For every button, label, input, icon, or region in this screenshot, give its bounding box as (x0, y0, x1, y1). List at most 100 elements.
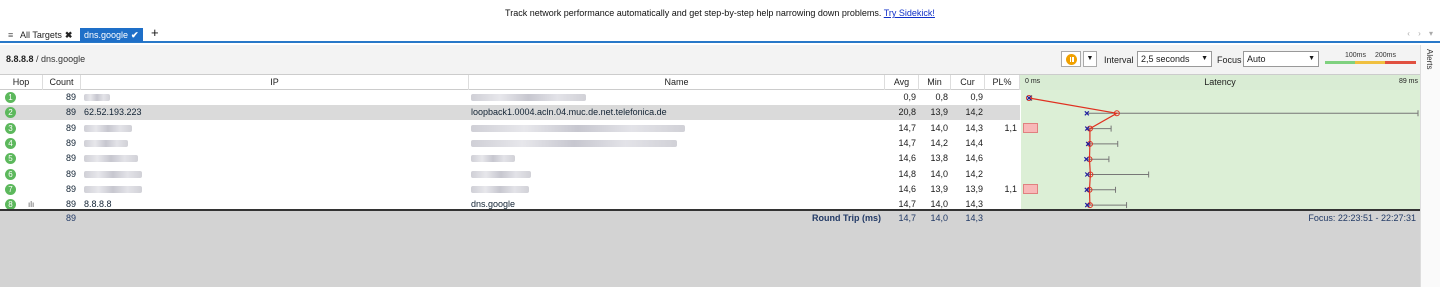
cell-avg: 14,7 (898, 137, 916, 148)
toolbar: 8.8.8.8 / dns.google ▼ Interval 2,5 seco… (0, 45, 1420, 74)
cell-pl (987, 151, 1017, 166)
hop-number: 4 (5, 137, 16, 149)
interval-value: 2,5 seconds (1141, 54, 1190, 64)
cell-name (471, 90, 881, 105)
table-row[interactable]: 2 89 62.52.193.223 loopback1.0004.acln.04.m… (0, 105, 1020, 121)
cell-avg: 14,7 (898, 122, 916, 133)
cell-ip (84, 151, 464, 166)
scale-green (1325, 61, 1355, 64)
hop-number: 3 (5, 122, 16, 134)
cell-avg: 14,8 (898, 168, 916, 179)
footer-label: Round Trip (ms) (812, 213, 881, 223)
cell-ip (84, 167, 464, 182)
cell-ip: 62.52.193.223 (84, 107, 142, 118)
cell-min: 14,0 (930, 168, 948, 179)
cell-name: loopback1.0004.acln.04.muc.de.net.telefo… (471, 107, 667, 118)
banner-text: Track network performance automatically … (505, 8, 882, 18)
scale-yellow (1355, 61, 1385, 64)
cell-count: 89 (65, 153, 76, 164)
packet-loss-indicator (1023, 183, 1038, 194)
cell-min: 14,0 (930, 122, 948, 133)
cell-avg: 14,6 (898, 153, 916, 164)
cell-avg: 20,8 (898, 107, 916, 118)
table-row[interactable]: 6 89 14,8 14,0 14,2 (0, 167, 1020, 182)
table-row[interactable]: 4 89 14,7 14,2 14,4 (0, 136, 1020, 151)
hop-number: 7 (5, 183, 16, 195)
col-min[interactable]: Min (919, 75, 951, 90)
packet-loss-indicator (1023, 122, 1038, 133)
cell-ip (84, 90, 464, 105)
cell-cur: 14,2 (965, 168, 983, 179)
col-cur[interactable]: Cur (951, 75, 985, 90)
hop-number: 5 (5, 153, 16, 165)
pause-icon (1066, 54, 1077, 65)
tab-dns-google[interactable]: dns.google ✔ (80, 28, 143, 42)
scale-200-label: 200ms (1375, 52, 1397, 59)
col-avg[interactable]: Avg (885, 75, 919, 90)
cell-pl (987, 105, 1017, 120)
tab-scroll-arrows[interactable]: ‹ › ▾ (1407, 29, 1436, 38)
close-icon[interactable]: ✖ (65, 30, 73, 40)
table-row[interactable]: 7 89 14,6 13,9 13,9 1,1 (0, 182, 1020, 197)
footer-focus-range: Focus: 22:23:51 - 22:27:31 (1308, 213, 1416, 223)
cell-name (471, 167, 881, 182)
footer-cur: 14,3 (965, 213, 983, 223)
table-row[interactable]: 3 89 14,7 14,0 14,3 1,1 (0, 121, 1020, 136)
focus-label: Focus (1217, 55, 1242, 65)
breadcrumb-target: 8.8.8.8 (6, 54, 34, 64)
cell-pl (987, 167, 1017, 182)
cell-min: 13,8 (930, 153, 948, 164)
cell-avg: 14,6 (898, 183, 916, 194)
try-sidekick-link[interactable]: Try Sidekick! (884, 8, 935, 18)
hop-number: 6 (5, 168, 16, 180)
cell-min: 13,9 (930, 183, 948, 194)
interval-label: Interval (1104, 55, 1134, 65)
scale-100-label: 100ms (1345, 52, 1367, 59)
cell-cur: 0,9 (970, 92, 983, 102)
chevron-down-icon: ▼ (1201, 55, 1208, 62)
cell-pl: 1,1 (1004, 122, 1017, 133)
chevron-down-icon: ▼ (1308, 55, 1315, 62)
cell-ip (84, 136, 464, 151)
cell-cur: 14,2 (965, 107, 983, 118)
alerts-panel-tab[interactable]: Alerts (1420, 45, 1440, 287)
col-pl[interactable]: PL% (985, 75, 1020, 90)
cell-name (471, 136, 881, 151)
pause-button[interactable] (1061, 51, 1081, 67)
latency-chart-background (1021, 90, 1420, 210)
tab-all-targets[interactable]: ≡ All Targets ✖ (4, 28, 76, 42)
cell-cur: 13,9 (965, 183, 983, 194)
interval-select[interactable]: 2,5 seconds ▼ (1137, 51, 1212, 67)
breadcrumb-separator: / (33, 54, 42, 64)
table-footer: 89 Round Trip (ms) 14,7 14,0 14,3 Focus:… (0, 209, 1420, 287)
cell-count: 89 (65, 107, 76, 118)
cell-pl (987, 90, 1017, 105)
add-tab-button[interactable]: + (147, 26, 163, 40)
cell-min: 0,8 (935, 92, 948, 102)
table-row[interactable]: 5 89 14,6 13,8 14,6 (0, 151, 1020, 166)
table-header: Hop Count IP Name Avg Min Cur PL% 0 ms L… (0, 74, 1420, 90)
col-ip[interactable]: IP (81, 75, 469, 90)
cell-count: 89 (65, 168, 76, 179)
scale-red (1385, 61, 1416, 64)
cell-name (471, 182, 881, 197)
cell-count: 89 (65, 92, 76, 102)
cell-min: 14,2 (930, 137, 948, 148)
table-row[interactable]: 1 89 0,9 0,8 0,9 (0, 90, 1020, 105)
col-hop[interactable]: Hop (0, 75, 43, 90)
col-latency[interactable]: 0 ms Latency 89 ms (1020, 75, 1420, 90)
promo-banner: Track network performance automatically … (0, 0, 1440, 27)
footer-min: 14,0 (930, 213, 948, 223)
hop-number: 2 (5, 107, 16, 119)
focus-select[interactable]: Auto ▼ (1243, 51, 1319, 67)
cell-ip (84, 121, 464, 136)
pause-options-dropdown[interactable]: ▼ (1083, 51, 1097, 67)
cell-count: 89 (65, 122, 76, 133)
col-count[interactable]: Count (43, 75, 81, 90)
cell-pl (987, 136, 1017, 151)
tab-dns-google-label: dns.google (84, 30, 129, 40)
latency-header-label: Latency (1204, 77, 1236, 87)
focus-value: Auto (1247, 54, 1266, 64)
breadcrumb: 8.8.8.8 / dns.google (6, 54, 85, 64)
col-name[interactable]: Name (469, 75, 885, 90)
